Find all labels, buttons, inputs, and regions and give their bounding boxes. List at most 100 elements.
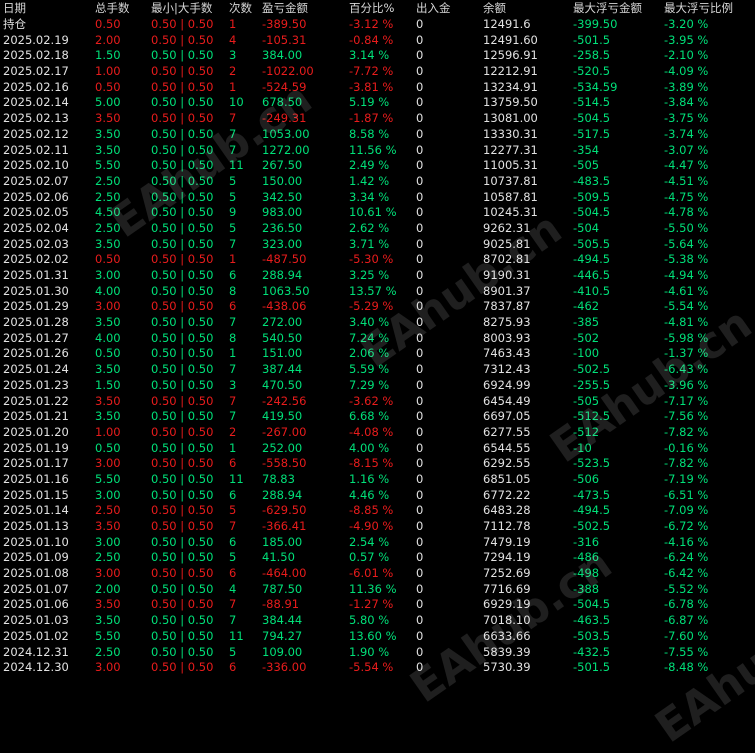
table-row[interactable]: 2025.02.18 1.50 0.50 | 0.50 3 384.00 3.14 % 0 1… [0, 48, 755, 64]
row-balance: 6924.99 [483, 377, 531, 392]
table-row[interactable]: 2025.01.23 1.50 0.50 | 0.50 3 470.50 7.29 % 0 6… [0, 378, 755, 394]
row-total-lots: 4.00 [95, 283, 121, 298]
table-row[interactable]: 2025.01.15 3.00 0.50 | 0.50 6 288.94 4.46 % 0 6… [0, 488, 755, 504]
row-pnl: -438.06 [262, 299, 307, 314]
header-count[interactable]: 次数 [229, 0, 262, 17]
table-row[interactable]: 2025.01.28 3.50 0.50 | 0.50 7 272.00 3.40 % 0 8… [0, 315, 755, 331]
row-balance: 7463.43 [483, 346, 531, 361]
header-max-drawdown[interactable]: 最大浮亏金额 [573, 0, 664, 17]
header-date[interactable]: 日期 [0, 0, 95, 17]
table-row[interactable]: 2025.01.10 3.00 0.50 | 0.50 6 185.00 2.54 % 0 7… [0, 535, 755, 551]
row-deposit: 0 [416, 252, 424, 267]
row-deposit: 0 [416, 111, 424, 126]
table-row[interactable]: 2025.01.02 5.50 0.50 | 0.50 11 794.27 13.60 %… [0, 629, 755, 645]
row-count: 6 [229, 268, 237, 282]
table-row[interactable]: 2025.02.13 3.50 0.50 | 0.50 7 -249.31 -1.87 %… [0, 111, 755, 127]
table-row[interactable]: 2025.01.07 2.00 0.50 | 0.50 4 787.50 11.36 % 0… [0, 582, 755, 598]
table-row[interactable]: 2025.01.20 1.00 0.50 | 0.50 2 -267.00 -4.08 %… [0, 425, 755, 441]
row-count: 3 [229, 377, 237, 392]
row-max-drawdown-pct: -6.51 % [664, 487, 709, 502]
row-deposit: 0 [416, 220, 424, 235]
table-row[interactable]: 2025.01.03 3.50 0.50 | 0.50 7 384.44 5.80 % 0 7… [0, 613, 755, 629]
table-row[interactable]: 2025.01.22 3.50 0.50 | 0.50 7 -242.56 -3.62 %… [0, 394, 755, 410]
row-date: 2025.01.02 [3, 628, 69, 643]
table-row[interactable]: 2025.02.07 2.50 0.50 | 0.50 5 150.00 1.42 % 0 1… [0, 174, 755, 190]
row-pnl: 272.00 [262, 315, 303, 330]
row-balance: 7837.87 [483, 299, 531, 314]
row-balance: 7294.19 [483, 550, 531, 565]
table-row[interactable]: 2025.02.17 1.00 0.50 | 0.50 2 -1022.00 -7.72 … [0, 64, 755, 80]
row-count: 7 [229, 111, 237, 126]
table-row[interactable]: 2025.01.21 3.50 0.50 | 0.50 7 419.50 6.68 % 0 6… [0, 409, 755, 425]
table-row[interactable]: 2025.01.29 3.00 0.50 | 0.50 6 -438.06 -5.29 %… [0, 299, 755, 315]
table-row[interactable]: 2025.01.09 2.50 0.50 | 0.50 5 41.50 0.57 % 0 72… [0, 550, 755, 566]
header-percent[interactable]: 百分比% [349, 0, 416, 17]
table-row[interactable]: 2025.01.19 0.50 0.50 | 0.50 1 252.00 4.00 % 0 6… [0, 441, 755, 457]
table-row[interactable]: 2025.01.14 2.50 0.50 | 0.50 5 -629.50 -8.85 %… [0, 503, 755, 519]
table-row[interactable]: 2024.12.30 3.00 0.50 | 0.50 6 -336.00 -5.54 %… [0, 660, 755, 676]
table-row[interactable]: 2025.02.14 5.00 0.50 | 0.50 10 678.50 5.19 % 0… [0, 95, 755, 111]
row-percent: -3.12 % [349, 17, 394, 31]
row-total-lots: 3.50 [95, 362, 121, 377]
table-row[interactable]: 2025.02.02 0.50 0.50 | 0.50 1 -487.50 -5.30 %… [0, 252, 755, 268]
row-max-drawdown-pct: -4.75 % [664, 189, 709, 204]
table-row[interactable]: 2025.02.16 0.50 0.50 | 0.50 1 -524.59 -3.81 %… [0, 80, 755, 96]
table-row[interactable]: 2025.01.26 0.50 0.50 | 0.50 1 151.00 2.06 % 0 7… [0, 346, 755, 362]
table-row[interactable]: 2025.01.08 3.00 0.50 | 0.50 6 -464.00 -6.01 %… [0, 566, 755, 582]
table-row[interactable]: 2025.02.11 3.50 0.50 | 0.50 7 1272.00 11.56 %… [0, 143, 755, 159]
row-percent: -8.85 % [349, 503, 394, 518]
row-total-lots: 3.50 [95, 315, 121, 330]
table-row[interactable]: 2025.02.05 4.50 0.50 | 0.50 9 983.00 10.61 % 0… [0, 205, 755, 221]
row-max-drawdown: -501.5 [573, 660, 611, 675]
row-percent: 4.00 % [349, 440, 390, 455]
row-count: 5 [229, 189, 237, 204]
header-pnl[interactable]: 盈亏金额 [262, 0, 349, 17]
table-row[interactable]: 2025.01.27 4.00 0.50 | 0.50 8 540.50 7.24 % 0 8… [0, 331, 755, 347]
row-max-drawdown: -534.59 [573, 79, 618, 94]
row-deposit: 0 [416, 283, 424, 298]
row-balance: 8003.93 [483, 330, 531, 345]
table-row[interactable]: 2025.01.06 3.50 0.50 | 0.50 7 -88.91 -1.27 % 0… [0, 597, 755, 613]
table-row[interactable]: 2025.02.19 2.00 0.50 | 0.50 4 -105.31 -0.84 %… [0, 33, 755, 49]
row-count: 7 [229, 393, 237, 408]
header-max-drawdown-pct[interactable]: 最大浮亏比例 [664, 0, 744, 17]
header-deposit[interactable]: 出入金 [416, 0, 483, 17]
row-deposit: 0 [416, 17, 424, 31]
table-row[interactable]: 2025.02.06 2.50 0.50 | 0.50 5 342.50 3.34 % 0 1… [0, 190, 755, 206]
row-percent: 0.57 % [349, 550, 390, 565]
row-min-max-lots: 0.50 | 0.50 [151, 644, 214, 659]
table-row[interactable]: 2025.01.16 5.50 0.50 | 0.50 11 78.83 1.16 % 0 6… [0, 472, 755, 488]
table-row[interactable]: 2025.02.04 2.50 0.50 | 0.50 5 236.50 2.62 % 0 9… [0, 221, 755, 237]
table-row[interactable]: 2025.01.13 3.50 0.50 | 0.50 7 -366.41 -4.90 %… [0, 519, 755, 535]
table-row[interactable]: 2025.02.12 3.50 0.50 | 0.50 7 1053.00 8.58 % 0… [0, 127, 755, 143]
holding-row[interactable]: 持仓 0.50 0.50 | 0.50 1 -389.50 -3.12 % 0 12491.6… [0, 17, 755, 33]
row-pnl: 384.44 [262, 613, 303, 628]
row-deposit: 0 [416, 519, 424, 533]
row-max-drawdown: -483.5 [573, 173, 611, 188]
table-row[interactable]: 2025.01.31 3.00 0.50 | 0.50 6 288.94 3.25 % 0 9… [0, 268, 755, 284]
row-total-lots: 2.50 [95, 220, 121, 235]
row-pnl: 151.00 [262, 346, 303, 361]
header-min-max-lots[interactable]: 最小|大手数 [151, 0, 229, 17]
row-pnl: 387.44 [262, 362, 303, 377]
header-balance[interactable]: 余额 [483, 0, 573, 17]
row-date: 2025.02.02 [3, 252, 69, 267]
table-row[interactable]: 2025.02.10 5.50 0.50 | 0.50 11 267.50 2.49 % 0… [0, 158, 755, 174]
row-min-max-lots: 0.50 | 0.50 [151, 142, 214, 157]
row-percent: -5.54 % [349, 660, 394, 675]
header-total-lots[interactable]: 总手数 [95, 0, 151, 17]
row-count: 1 [229, 17, 237, 31]
table-row[interactable]: 2025.01.30 4.00 0.50 | 0.50 8 1063.50 13.57 %… [0, 284, 755, 300]
row-max-drawdown: -446.5 [573, 268, 611, 282]
row-date: 2024.12.31 [3, 644, 69, 659]
table-row[interactable]: 2025.01.17 3.00 0.50 | 0.50 6 -558.50 -8.15 %… [0, 456, 755, 472]
row-deposit: 0 [416, 503, 424, 518]
table-row[interactable]: 2025.02.03 3.50 0.50 | 0.50 7 323.00 3.71 % 0 9… [0, 237, 755, 253]
table-row[interactable]: 2024.12.31 2.50 0.50 | 0.50 5 109.00 1.90 % 0 5… [0, 645, 755, 661]
row-max-drawdown: -504.5 [573, 111, 611, 126]
row-date: 2025.02.13 [3, 111, 69, 126]
table-row[interactable]: 2025.01.24 3.50 0.50 | 0.50 7 387.44 5.59 % 0 7… [0, 362, 755, 378]
row-max-drawdown: -100 [573, 346, 600, 361]
row-max-drawdown-pct: -3.95 % [664, 32, 709, 47]
row-max-drawdown-pct: -6.87 % [664, 613, 709, 628]
